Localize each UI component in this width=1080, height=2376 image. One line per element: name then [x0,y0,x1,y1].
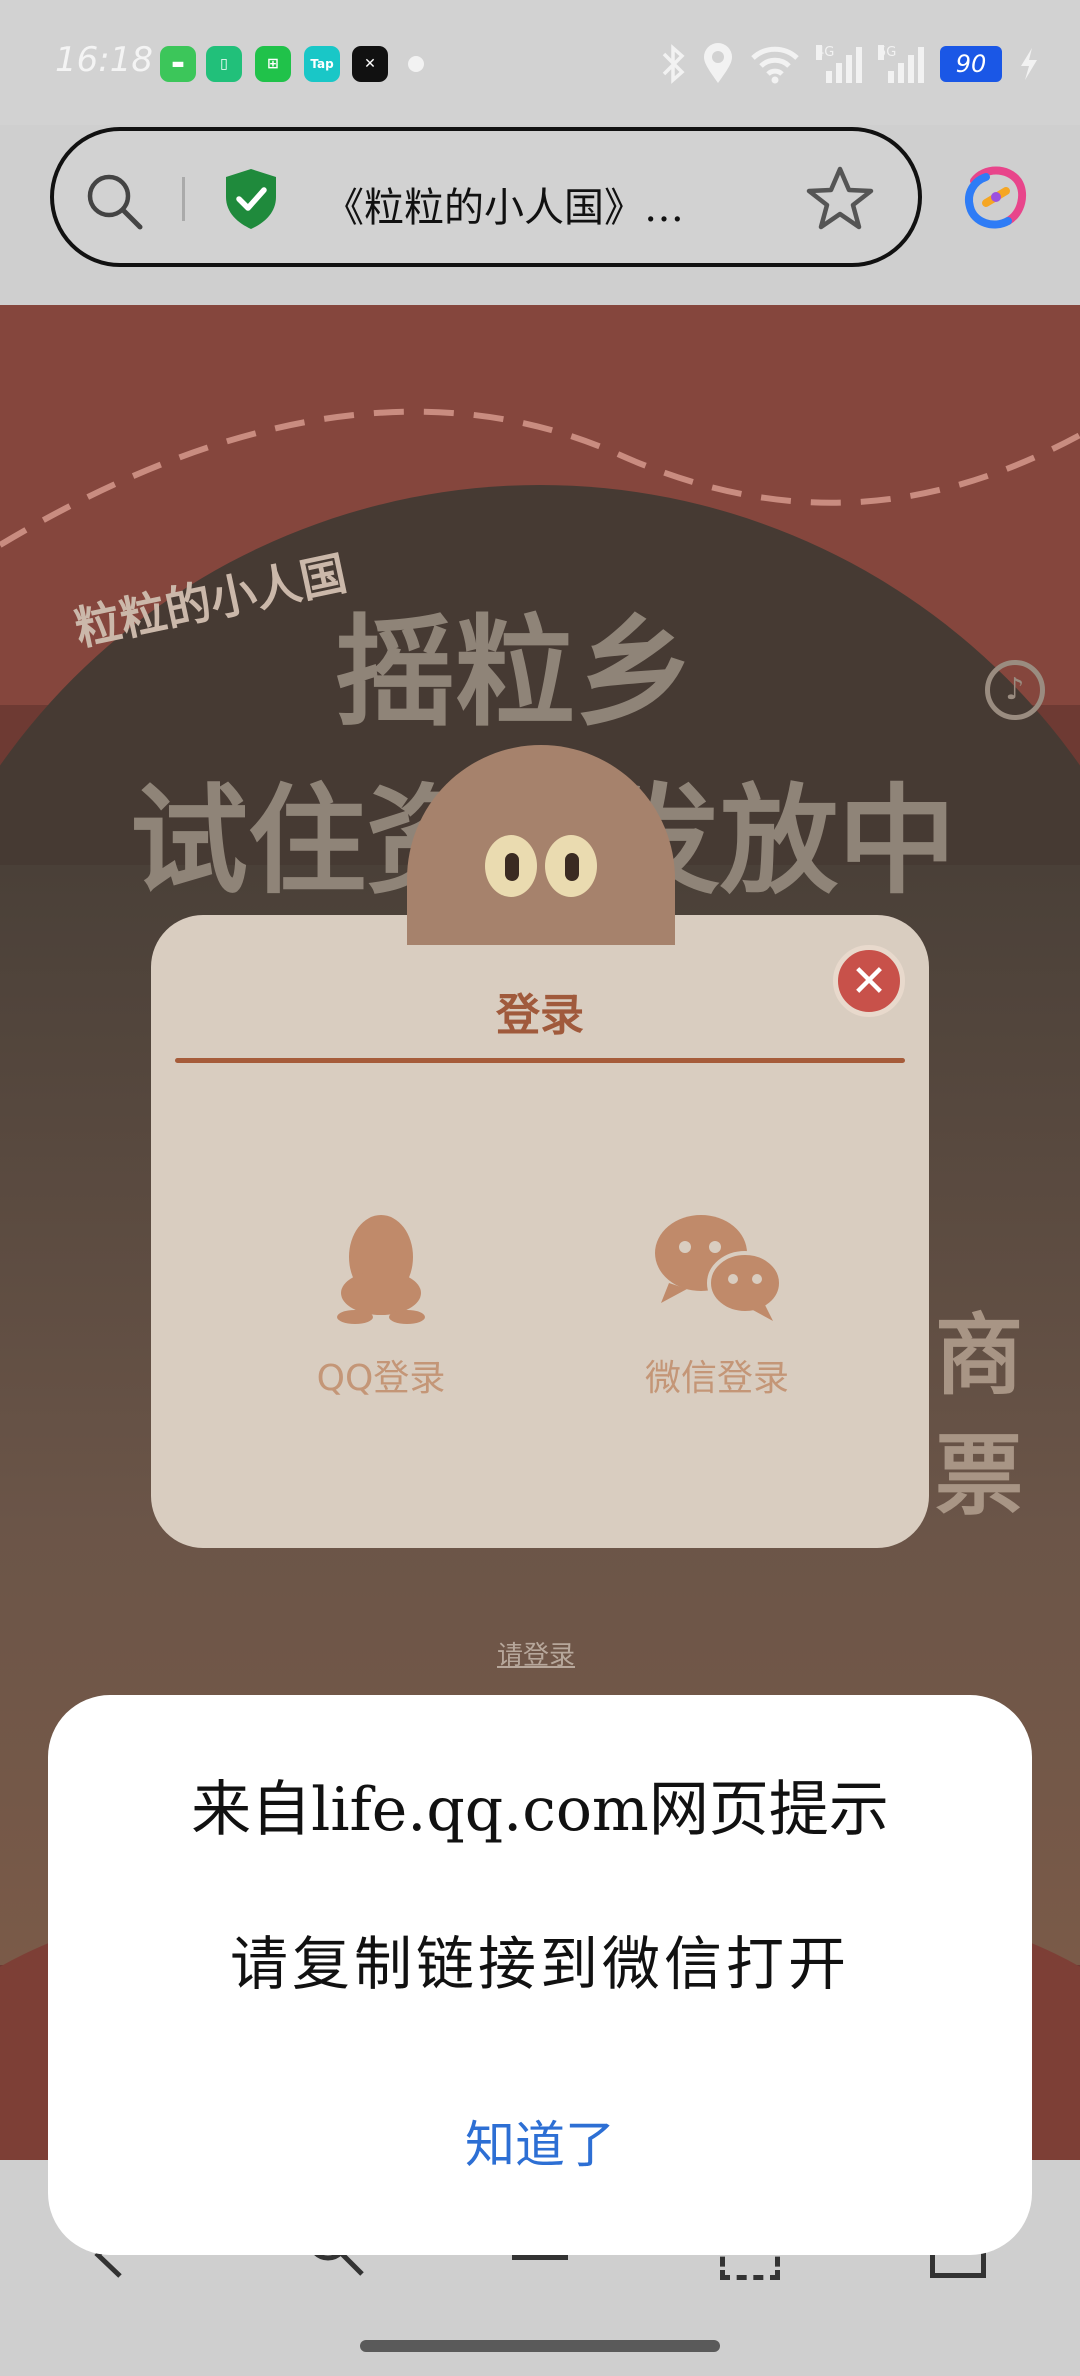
security-shield-icon [226,169,276,229]
login-hint-link[interactable]: 请登录 [497,1635,575,1672]
wechat-login-button[interactable]: 微信登录 [597,1205,837,1401]
network-5g-label: 5G [878,45,897,60]
side-text-1: 商 [935,1304,1024,1407]
charging-icon [1021,48,1037,80]
music-icon[interactable]: ♪ [985,660,1045,720]
browser-logo-icon[interactable] [962,163,1030,231]
dialog-title: 来自life.qq.com网页提示 [191,1775,889,1845]
qq-login-label: QQ登录 [316,1358,446,1399]
dialog-message: 请复制链接到微信打开 [229,1930,850,1998]
capcut-app-icon: ✕ [352,46,388,82]
phone-manager-app-icon: ▯ [206,46,242,82]
status-time: 16:18 [55,40,153,80]
search-icon[interactable] [84,171,146,233]
qq-login-button[interactable]: QQ登录 [261,1205,501,1401]
home-indicator[interactable] [360,2340,720,2352]
address-bar[interactable]: 《粒粒的小人国》… [50,127,922,267]
battery-icon: 90 [940,46,1002,82]
address-divider [182,177,185,221]
bluetooth-icon [662,44,685,84]
network-4g-label: 4G [816,45,835,60]
close-button[interactable]: ✕ [833,945,905,1017]
wifi-icon [751,46,799,84]
location-icon [704,43,732,83]
mini-program-app-icon: ⊞ [255,46,291,82]
close-icon: ✕ [850,955,888,1007]
cat-eye-left [485,835,537,897]
signal-4g-icon: 4G [816,45,862,83]
wechat-login-label: 微信登录 [644,1358,789,1399]
headline-title: 摇粒乡 [335,604,695,743]
messages-app-icon: ▬ [160,46,196,82]
page-title[interactable]: 《粒粒的小人国》… [324,175,684,233]
alert-dialog: 来自life.qq.com网页提示 请复制链接到微信打开 知道了 [48,1695,1032,2255]
side-text-2: 票 [935,1424,1024,1527]
wechat-icon [655,1215,783,1321]
status-bar: 16:18 ▬ ▯ ⊞ Tap ✕ 4G 5G 90 [0,0,1080,125]
login-title-underline [175,1058,905,1063]
login-modal: 登录 ✕ QQ登录 微信登录 [151,745,929,1548]
login-title: 登录 [496,990,584,1041]
dialog-ok-button[interactable]: 知道了 [440,2100,640,2190]
status-icons: 4G 5G 90 [660,40,1040,88]
taptap-app-icon: Tap [304,46,340,82]
signal-5g-icon: 5G [878,45,924,83]
menu-icon[interactable] [512,2255,568,2260]
notification-dot-icon [408,56,424,72]
bookmark-star-icon[interactable] [806,165,874,231]
cat-eye-right [545,835,597,897]
qq-penguin-icon [337,1215,425,1324]
